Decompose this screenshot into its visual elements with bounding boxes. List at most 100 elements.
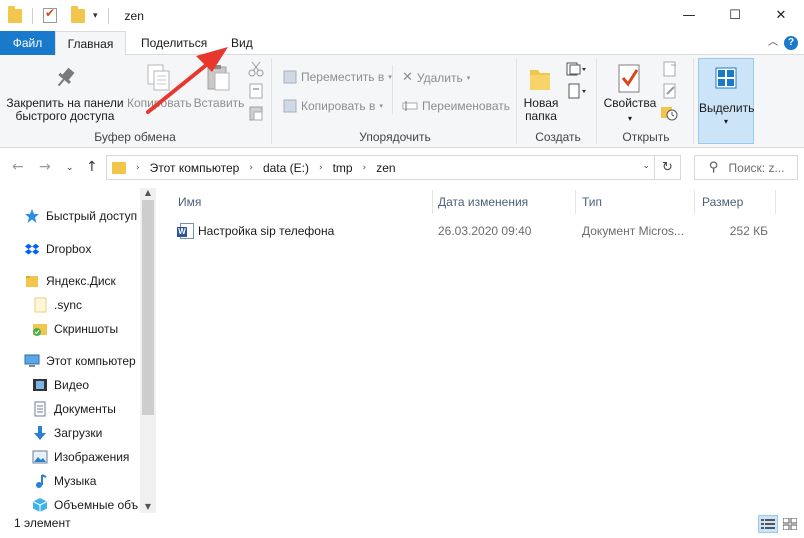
breadcrumb-separator-icon[interactable]: › [136, 163, 140, 173]
pin-label-line2: быстрого доступа [15, 109, 115, 123]
column-divider[interactable] [694, 190, 695, 214]
properties-label: Свойства [603, 96, 657, 110]
file-date-modified: 26.03.2020 09:40 [438, 224, 532, 238]
organize-group-label: Упорядочить [359, 130, 431, 144]
tab-share[interactable]: Поделиться [141, 31, 207, 55]
breadcrumb-separator-icon[interactable]: › [249, 163, 253, 173]
sidebar-item-videos[interactable]: Видео [32, 374, 89, 396]
column-size[interactable]: Размер [702, 190, 743, 214]
sidebar-item-label: Скриншоты [54, 322, 119, 336]
open-icon[interactable] [662, 61, 678, 77]
sidebar-item-downloads[interactable]: Загрузки [32, 422, 102, 444]
ribbon-tabs: Файл Главная Поделиться Вид ︿ ? [0, 31, 804, 56]
breadcrumb-separator-icon[interactable]: › [319, 163, 323, 173]
properties-icon [618, 64, 640, 93]
new-folder-quick-icon[interactable] [71, 5, 85, 23]
sidebar-item-yandex-disk[interactable]: Яндекс.Диск [24, 270, 116, 292]
column-divider[interactable] [775, 190, 776, 214]
rename-label: Переименовать [422, 99, 510, 113]
column-divider[interactable] [575, 190, 576, 214]
back-arrow-icon[interactable]: ← [12, 159, 24, 175]
column-type[interactable]: Тип [582, 190, 602, 214]
table-row[interactable]: Настройка sip телефона 26.03.2020 09:40 … [170, 219, 776, 243]
properties-quick-icon[interactable] [43, 6, 57, 23]
rename-button[interactable]: Переименовать [402, 99, 510, 113]
close-button[interactable]: ✕ [758, 0, 804, 31]
sidebar-item-label: Музыка [54, 474, 97, 488]
address-history-chevron-icon[interactable]: ⌄ [642, 161, 650, 171]
copy-path-icon[interactable] [248, 83, 264, 99]
forward-arrow-icon[interactable]: → [39, 159, 51, 175]
select-button[interactable]: Выделить ▾ [698, 58, 754, 144]
sidebar-item-label: Изображения [54, 450, 130, 464]
scroll-down-icon[interactable]: ▼ [140, 502, 156, 511]
history-icon[interactable] [660, 105, 678, 121]
easy-access-icon[interactable] [566, 83, 588, 99]
help-icon[interactable]: ? [784, 36, 798, 50]
new-folder-button[interactable]: Новая папка [518, 97, 564, 123]
search-input[interactable]: ⚲ Поиск: z... [694, 155, 798, 180]
create-group-label: Создать [535, 130, 581, 144]
sidebar-item-label: Загрузки [54, 426, 103, 440]
collapse-ribbon-chevron-icon[interactable]: ︿ [768, 33, 778, 48]
select-dropdown-icon: ▾ [723, 117, 728, 126]
ribbon: Закрепить на панели быстрого доступа Коп… [0, 55, 804, 148]
scroll-up-icon[interactable]: ▲ [140, 188, 156, 197]
breadcrumb-separator-icon[interactable]: › [363, 163, 367, 173]
column-date-modified[interactable]: Дата изменения [438, 190, 528, 214]
breadcrumb-this-pc[interactable]: Этот компьютер [150, 161, 240, 175]
up-arrow-icon[interactable]: ↑ [86, 159, 98, 175]
edit-icon[interactable] [662, 83, 678, 99]
minimize-button[interactable]: — [666, 0, 712, 31]
sidebar-item-sync[interactable]: .sync [32, 294, 82, 316]
sidebar-item-this-pc[interactable]: Этот компьютер [24, 350, 136, 372]
paste-shortcut-icon[interactable] [248, 105, 264, 121]
column-name[interactable]: Имя [178, 190, 201, 214]
cut-icon[interactable] [248, 61, 264, 77]
search-placeholder: Поиск: z... [728, 160, 785, 175]
large-icons-view-icon [783, 518, 797, 530]
pin-quick-access-button[interactable]: Закрепить на панели быстрого доступа [4, 97, 126, 123]
documents-icon [32, 401, 48, 417]
rename-icon [402, 101, 418, 111]
computer-icon [24, 353, 40, 369]
tab-view[interactable]: Вид [231, 31, 253, 55]
properties-button[interactable]: Свойства ▾ [601, 97, 659, 125]
dropbox-icon [24, 241, 40, 257]
sidebar-item-screenshots[interactable]: Скриншоты [32, 318, 118, 340]
video-icon [32, 377, 48, 393]
copy-to-button[interactable]: Копировать в ▾ [283, 99, 383, 113]
breadcrumb-tmp[interactable]: tmp [333, 161, 353, 175]
tab-file[interactable]: Файл [0, 31, 55, 55]
tab-home[interactable]: Главная [55, 31, 126, 56]
new-item-icon[interactable] [566, 61, 588, 77]
breadcrumb-data-drive[interactable]: data (E:) [263, 161, 309, 175]
title-bar: ▾ zen — ☐ ✕ [0, 0, 804, 31]
scrollbar-thumb[interactable] [142, 200, 154, 415]
sidebar-item-label: .sync [54, 298, 83, 312]
refresh-icon[interactable]: ↻ [654, 156, 680, 179]
copy-button[interactable]: Копировать [127, 97, 192, 110]
sidebar-item-documents[interactable]: Документы [32, 398, 116, 420]
move-to-icon [283, 70, 297, 84]
pin-icon [57, 67, 75, 87]
sidebar-item-dropbox[interactable]: Dropbox [24, 238, 91, 260]
breadcrumb-zen[interactable]: zen [376, 161, 395, 175]
details-view-button[interactable] [758, 515, 778, 533]
sidebar-item-quick-access[interactable]: Быстрый доступ [24, 205, 137, 227]
sidebar-scrollbar[interactable]: ▲ ▼ [140, 188, 156, 513]
recent-locations-chevron-icon[interactable]: ⌄ [66, 163, 74, 173]
word-document-icon [177, 223, 194, 239]
delete-button[interactable]: ✕ Удалить ▾ [402, 70, 470, 85]
column-divider[interactable] [432, 190, 433, 214]
toolbar-divider [107, 7, 109, 24]
navigation-bar: ← → ⌄ ↑ › Этот компьютер › data (E:) › t… [0, 148, 804, 188]
paste-button[interactable]: Вставить [192, 97, 246, 110]
address-bar[interactable]: › Этот компьютер › data (E:) › tmp › zen… [106, 155, 681, 180]
sidebar-item-pictures[interactable]: Изображения [32, 446, 129, 468]
sidebar-item-music[interactable]: Музыка [32, 470, 96, 492]
customize-toolbar-chevron-icon[interactable]: ▾ [93, 11, 98, 21]
move-to-button[interactable]: Переместить в ▾ [283, 70, 392, 84]
large-icons-view-button[interactable] [780, 515, 800, 533]
maximize-button[interactable]: ☐ [712, 0, 758, 31]
